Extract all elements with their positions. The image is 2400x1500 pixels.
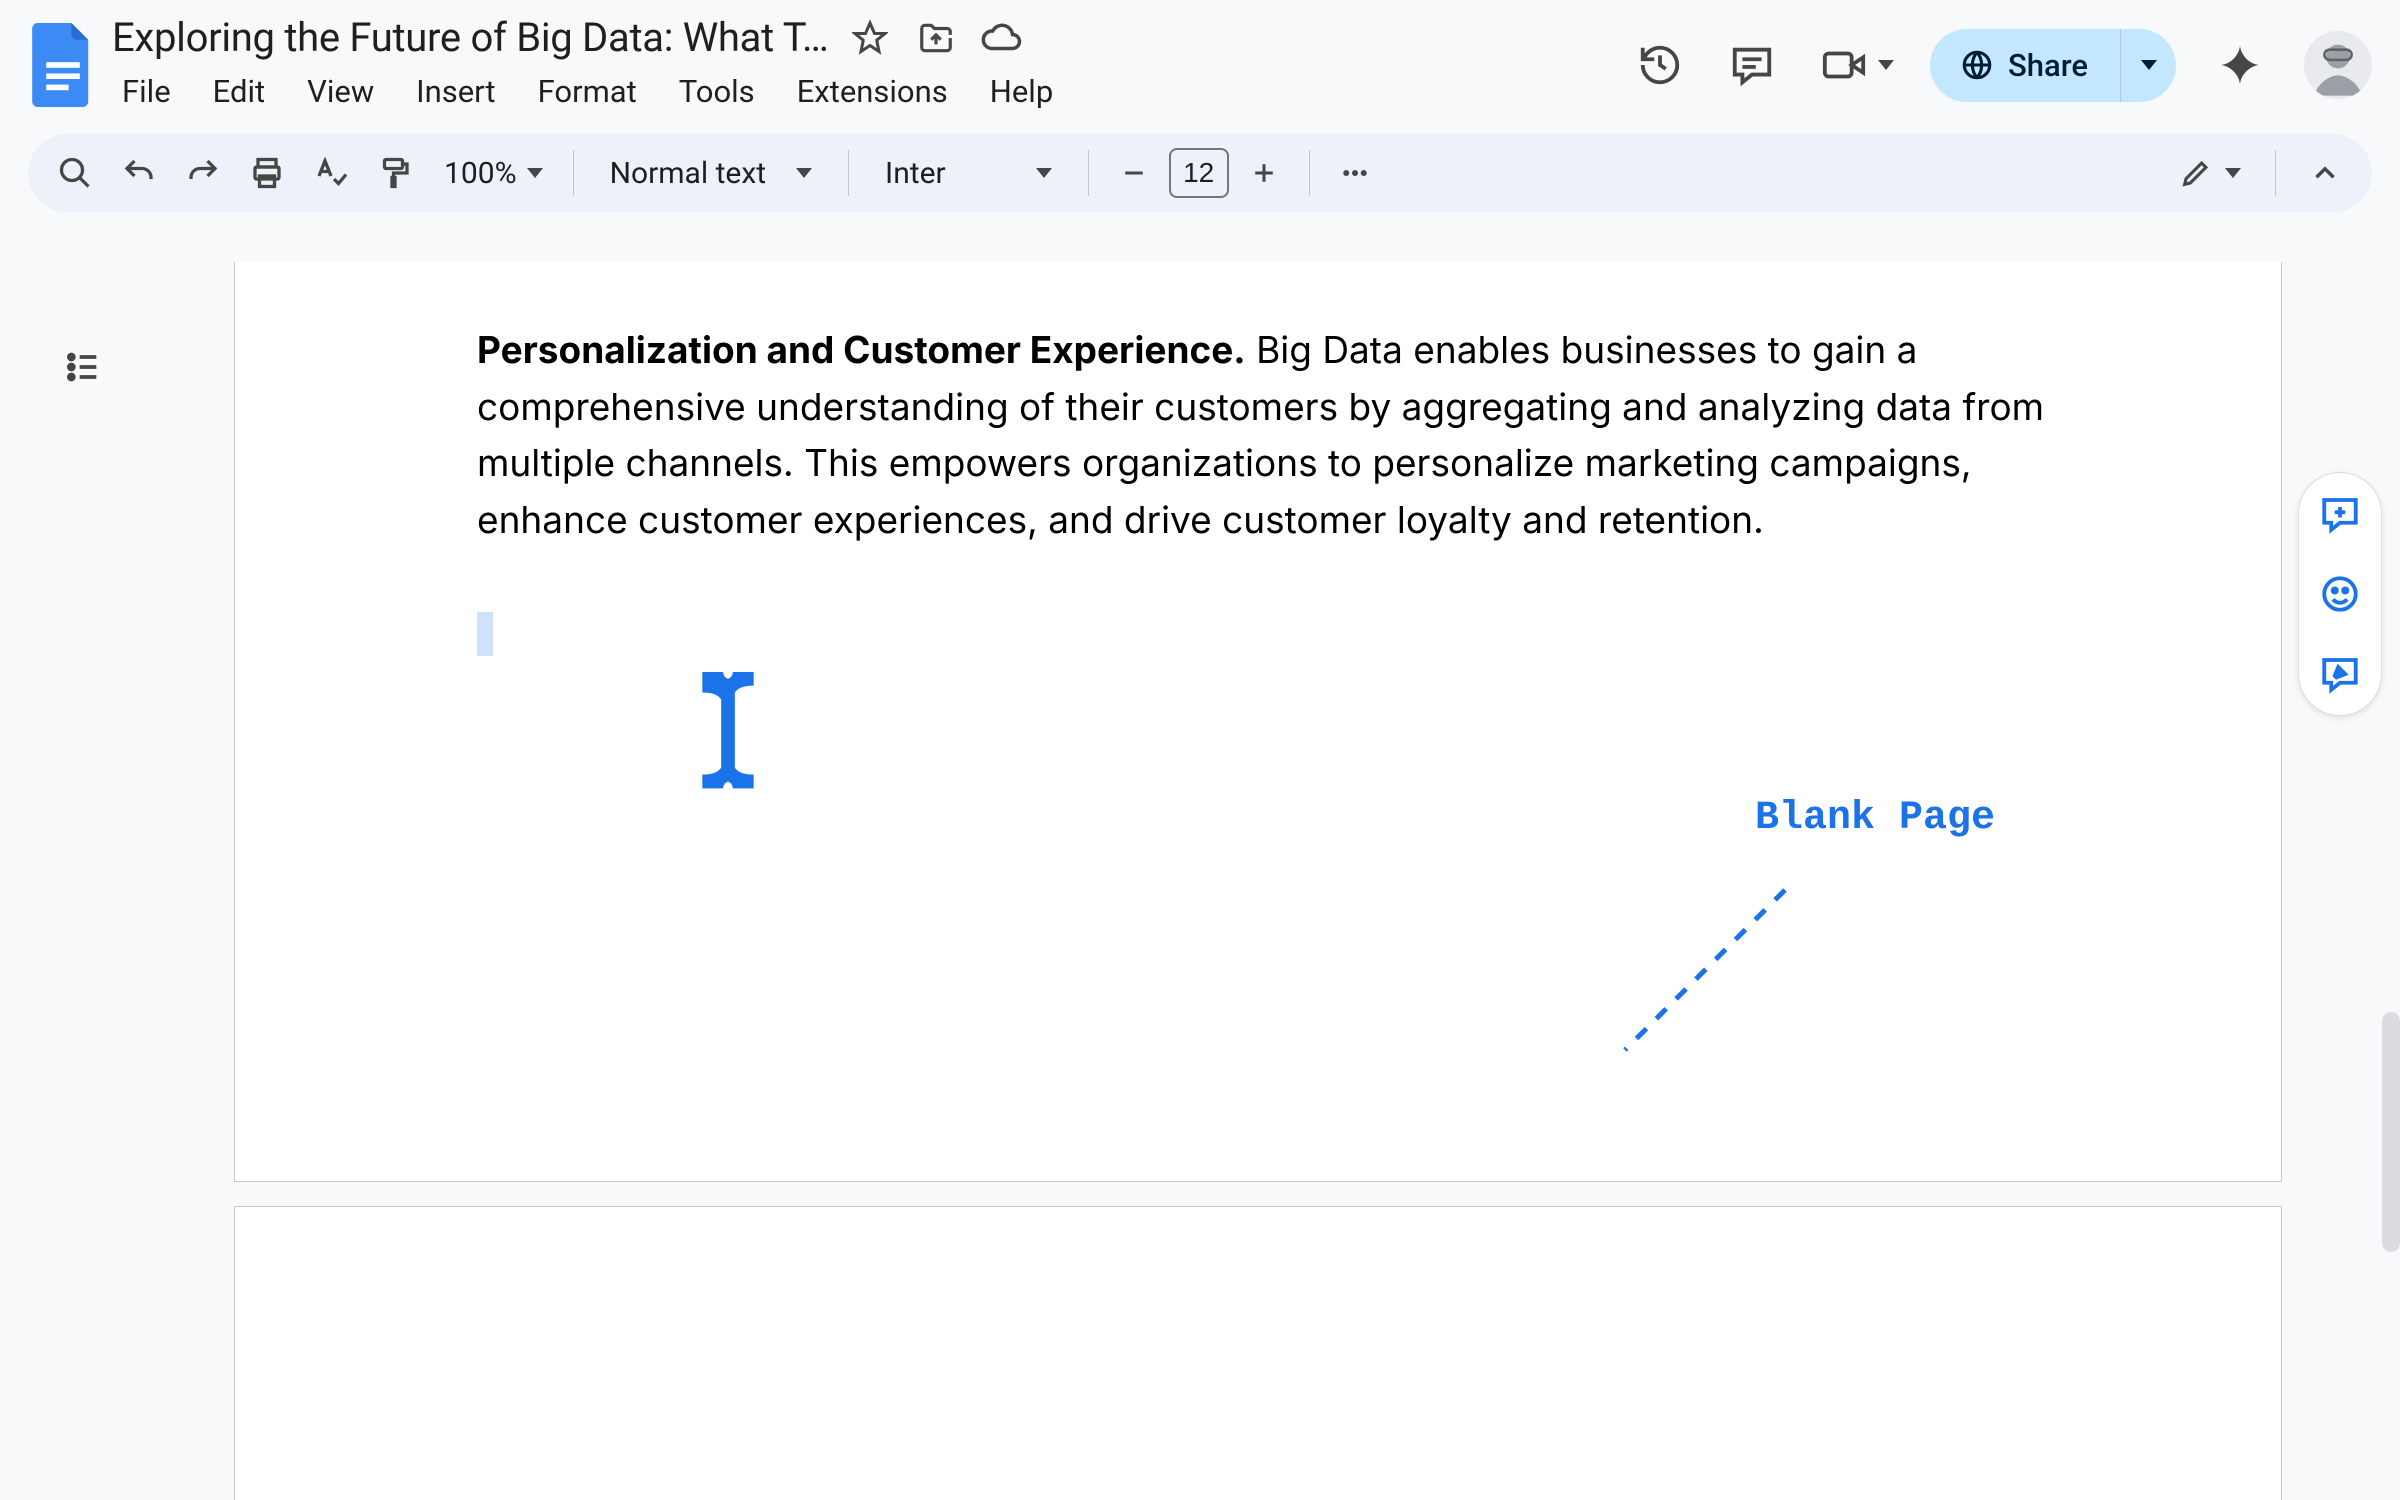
document-page[interactable] xyxy=(234,1206,2282,1500)
menu-view[interactable]: View xyxy=(287,67,394,116)
video-call-icon[interactable] xyxy=(1816,37,1872,93)
share-button[interactable]: Share xyxy=(1930,29,2120,102)
separator xyxy=(2275,150,2276,196)
account-avatar[interactable] xyxy=(2304,31,2372,99)
menu-file[interactable]: File xyxy=(112,67,191,116)
separator xyxy=(848,150,849,196)
font-size-decrease[interactable] xyxy=(1105,144,1163,202)
star-icon[interactable] xyxy=(848,16,892,60)
history-icon[interactable] xyxy=(1632,37,1688,93)
separator xyxy=(1088,150,1089,196)
menu-insert[interactable]: Insert xyxy=(396,67,515,116)
share-label: Share xyxy=(2008,47,2088,84)
annotation-arrow xyxy=(1615,880,1795,1060)
separator xyxy=(1309,150,1310,196)
add-emoji-icon[interactable] xyxy=(2315,569,2365,619)
app-header: Exploring the Future of Big Data: What T… xyxy=(0,0,2400,124)
chevron-down-icon xyxy=(1036,168,1052,178)
more-tools-icon[interactable] xyxy=(1326,144,1384,202)
vertical-scrollbar[interactable] xyxy=(2382,1012,2400,1252)
side-comment-tools xyxy=(2298,472,2382,716)
paragraph-heading: Personalization and Customer Experience. xyxy=(477,327,1246,372)
document-canvas[interactable]: Personalization and Customer Experience.… xyxy=(0,262,2400,1500)
move-icon[interactable] xyxy=(914,16,958,60)
editing-mode-icon[interactable] xyxy=(2165,144,2255,202)
annotation-label: Blank Page xyxy=(1755,796,1995,841)
chevron-down-icon xyxy=(796,168,812,178)
chevron-down-icon xyxy=(527,168,543,178)
font-size-increase[interactable] xyxy=(1235,144,1293,202)
text-selection xyxy=(477,612,493,656)
menu-tools[interactable]: Tools xyxy=(659,67,775,116)
header-right: Share xyxy=(1632,29,2372,102)
zoom-value: 100% xyxy=(444,156,517,191)
title-area: Exploring the Future of Big Data: What T… xyxy=(112,14,1632,116)
spellcheck-icon[interactable] xyxy=(302,144,360,202)
document-page[interactable]: Personalization and Customer Experience.… xyxy=(234,262,2282,1182)
redo-icon[interactable] xyxy=(174,144,232,202)
menu-extensions[interactable]: Extensions xyxy=(777,67,968,116)
font-size-input[interactable] xyxy=(1169,148,1229,198)
gemini-icon[interactable] xyxy=(2212,37,2268,93)
paint-format-icon[interactable] xyxy=(366,144,424,202)
paragraph-style-select[interactable]: Normal text xyxy=(590,156,832,191)
share-button-group: Share xyxy=(1930,29,2176,102)
add-comment-icon[interactable] xyxy=(2315,489,2365,539)
video-dropdown-icon[interactable] xyxy=(1878,60,1894,70)
text-cursor-icon xyxy=(685,672,771,806)
toolbar: 100% Normal text Inter xyxy=(28,134,2372,212)
menubar: File Edit View Insert Format Tools Exten… xyxy=(112,67,1632,116)
document-paragraph[interactable]: Personalization and Customer Experience.… xyxy=(477,322,2047,548)
font-family-select[interactable]: Inter xyxy=(865,156,1072,191)
undo-icon[interactable] xyxy=(110,144,168,202)
document-title[interactable]: Exploring the Future of Big Data: What T… xyxy=(112,14,828,61)
font-value: Inter xyxy=(885,156,946,191)
cloud-status-icon[interactable] xyxy=(980,16,1024,60)
docs-logo-icon[interactable] xyxy=(28,17,98,113)
outline-toggle-icon[interactable] xyxy=(48,332,118,402)
suggest-edits-icon[interactable] xyxy=(2315,649,2365,699)
search-icon[interactable] xyxy=(46,144,104,202)
separator xyxy=(573,150,574,196)
style-value: Normal text xyxy=(610,156,766,191)
collapse-toolbar-icon[interactable] xyxy=(2296,144,2354,202)
print-icon[interactable] xyxy=(238,144,296,202)
menu-help[interactable]: Help xyxy=(970,67,1074,116)
share-dropdown[interactable] xyxy=(2120,29,2176,102)
menu-format[interactable]: Format xyxy=(518,67,657,116)
comments-icon[interactable] xyxy=(1724,37,1780,93)
chevron-down-icon xyxy=(2225,168,2241,178)
zoom-select[interactable]: 100% xyxy=(430,156,557,191)
menu-edit[interactable]: Edit xyxy=(193,67,286,116)
